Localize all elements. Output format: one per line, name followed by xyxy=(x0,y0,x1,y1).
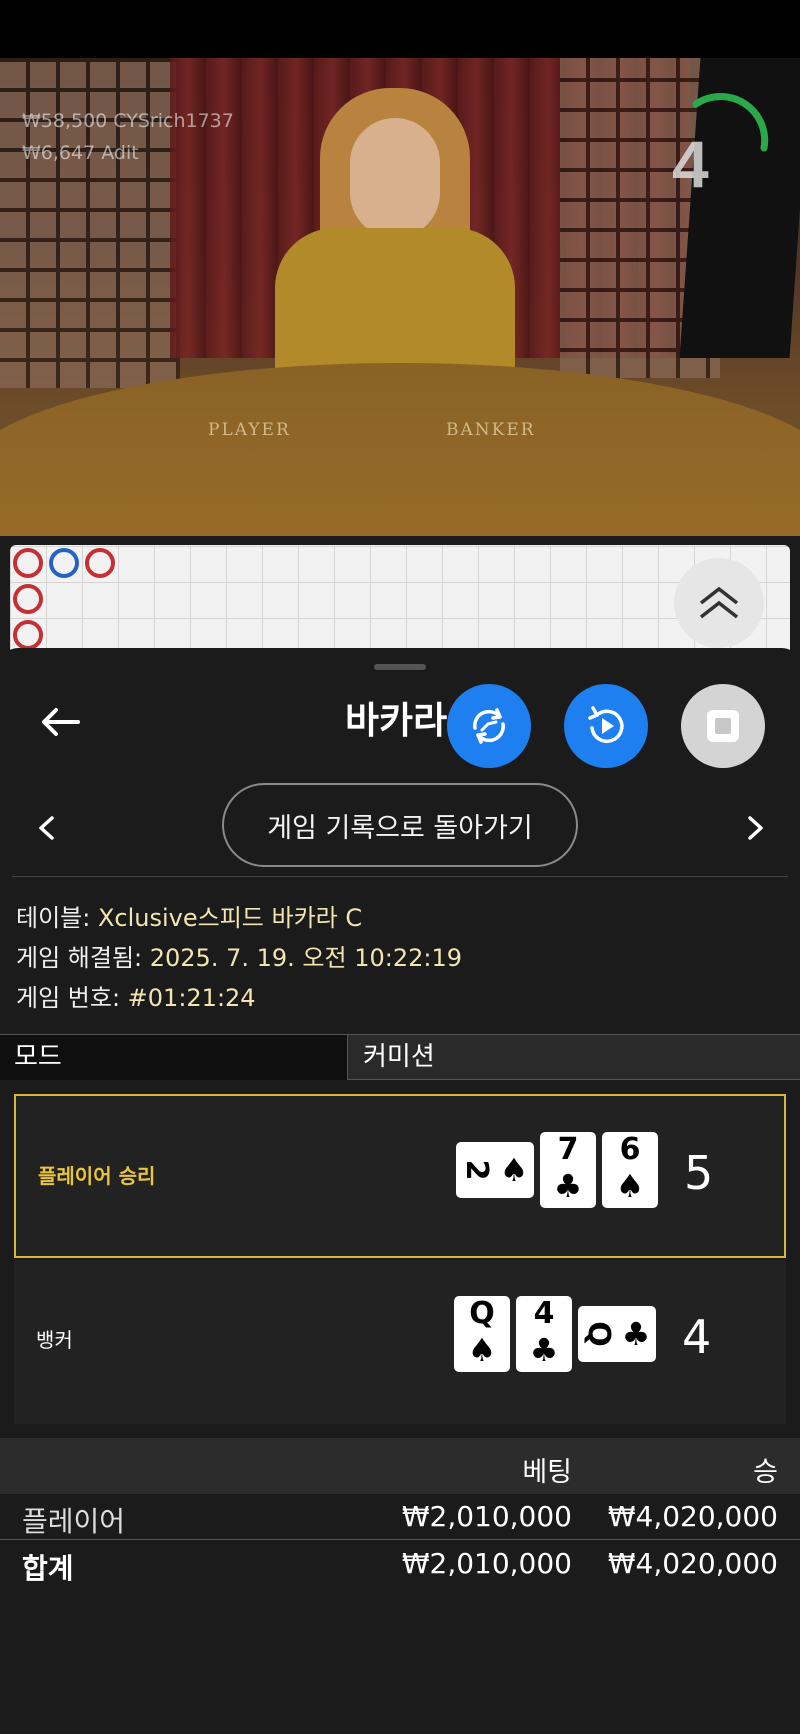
table-label-banker: BANKER xyxy=(446,420,536,440)
chevron-left-icon xyxy=(39,816,54,840)
banker-card-3: Q ♣ xyxy=(578,1306,656,1362)
total-label: 합계 xyxy=(22,1552,74,1585)
replay-button[interactable] xyxy=(564,684,648,768)
roadmap-banker-mark xyxy=(85,548,115,578)
bet-row-win: ₩4,020,000 xyxy=(607,1500,778,1533)
club-icon: ♣ xyxy=(529,1331,559,1369)
tab-bar: 모드 커미션 xyxy=(0,1034,800,1080)
info-table-value: Xclusive스피드 바카라 C xyxy=(97,904,363,932)
tab-commission[interactable]: 커미션 xyxy=(349,1035,800,1080)
total-row: 합계 ₩2,010,000 ₩4,020,000 xyxy=(0,1541,800,1587)
total-win: ₩4,020,000 xyxy=(607,1547,778,1580)
winner-ticker-1: ₩58,500 CYSrich1737 xyxy=(22,110,234,132)
winner-ticker-2: ₩6,647 Adit xyxy=(22,142,139,164)
win-column-header: 승 xyxy=(753,1457,778,1488)
player-card-1: 2 ♠ xyxy=(456,1142,534,1198)
banker-card-2: 4 ♣ xyxy=(516,1296,572,1372)
card-rank: 4 xyxy=(533,1296,555,1331)
previous-game-button[interactable] xyxy=(28,810,64,846)
roadmap-player-mark xyxy=(49,548,79,578)
roadmap[interactable] xyxy=(10,545,790,655)
info-round-value: #01:21:24 xyxy=(127,984,256,1012)
player-result-row: 플레이어 승리 2 ♠ 7 ♣ 6 ♠ 5 xyxy=(14,1094,786,1258)
player-result-label: 플레이어 승리 xyxy=(38,1164,156,1188)
banker-card-1: Q ♠ xyxy=(454,1296,510,1372)
dealer-face xyxy=(350,118,440,238)
status-bar xyxy=(0,0,800,58)
stop-icon xyxy=(707,710,739,742)
expand-roadmap-button[interactable] xyxy=(674,558,764,648)
spade-icon: ♠ xyxy=(615,1167,645,1205)
table-label-player: PLAYER xyxy=(208,420,291,440)
banker-score: 4 xyxy=(682,1310,712,1364)
bets-table-header: 베팅 승 xyxy=(0,1438,800,1494)
info-resolved-value: 2025. 7. 19. 오전 10:22:19 xyxy=(149,944,462,972)
player-card-3: 6 ♠ xyxy=(602,1132,658,1208)
info-resolved-label: 게임 해결됨: xyxy=(16,944,150,972)
roadmap-banker-mark xyxy=(13,548,43,578)
sync-button[interactable] xyxy=(447,684,531,768)
bet-column-header: 베팅 xyxy=(522,1457,572,1488)
bet-row-name: 플레이어 xyxy=(22,1505,126,1538)
app-root: { "video": { "overlay_line_1": "₩58,500 … xyxy=(0,0,800,1734)
roadmap-banker-mark xyxy=(13,584,43,614)
club-icon: ♣ xyxy=(621,1315,651,1353)
club-icon: ♣ xyxy=(553,1167,583,1205)
back-to-history-button[interactable]: 게임 기록으로 돌아가기 xyxy=(222,783,578,867)
info-table-label: 테이블: xyxy=(16,904,98,932)
total-bet: ₩2,010,000 xyxy=(401,1547,572,1580)
banker-result-label: 뱅커 xyxy=(36,1328,73,1352)
baccarat-table xyxy=(0,363,800,536)
info-round: 게임 번호: #01:21:24 xyxy=(16,978,256,1013)
live-video[interactable]: PLAYER BANKER ₩58,500 CYSrich1737 ₩6,647… xyxy=(0,58,800,536)
card-rank: Q xyxy=(469,1296,495,1331)
roadmap-banker-mark xyxy=(13,620,43,650)
chevron-right-icon xyxy=(748,816,763,840)
table-row: 플레이어 ₩2,010,000 ₩4,020,000 xyxy=(0,1494,800,1540)
back-button[interactable] xyxy=(34,696,86,748)
tab-mode[interactable]: 모드 xyxy=(0,1035,348,1080)
info-resolved: 게임 해결됨: 2025. 7. 19. 오전 10:22:19 xyxy=(16,938,462,973)
info-table: 테이블: Xclusive스피드 바카라 C xyxy=(16,898,362,933)
replay-icon xyxy=(588,706,624,744)
countdown-timer: 4 xyxy=(672,127,709,201)
player-score: 5 xyxy=(684,1146,714,1200)
info-round-label: 게임 번호: xyxy=(16,984,128,1012)
double-chevron-up-icon xyxy=(699,586,739,619)
card-rank: 7 xyxy=(557,1132,579,1167)
spade-icon: ♠ xyxy=(499,1151,529,1189)
player-card-2: 7 ♣ xyxy=(540,1132,596,1208)
spade-icon: ♠ xyxy=(467,1331,497,1369)
sync-icon xyxy=(473,708,505,744)
drag-handle[interactable] xyxy=(374,664,426,670)
lattice-decor-left xyxy=(0,58,180,388)
divider xyxy=(0,1539,800,1540)
arrow-left-icon xyxy=(42,708,80,736)
banker-result-row: 뱅커 Q ♠ 4 ♣ Q ♣ 4 xyxy=(14,1260,786,1424)
bet-row-bet: ₩2,010,000 xyxy=(401,1500,572,1533)
divider xyxy=(12,876,788,877)
card-rank: 6 xyxy=(619,1132,641,1167)
next-game-button[interactable] xyxy=(738,810,774,846)
stop-button[interactable] xyxy=(681,684,765,768)
page-title: 바카라 xyxy=(345,699,448,742)
